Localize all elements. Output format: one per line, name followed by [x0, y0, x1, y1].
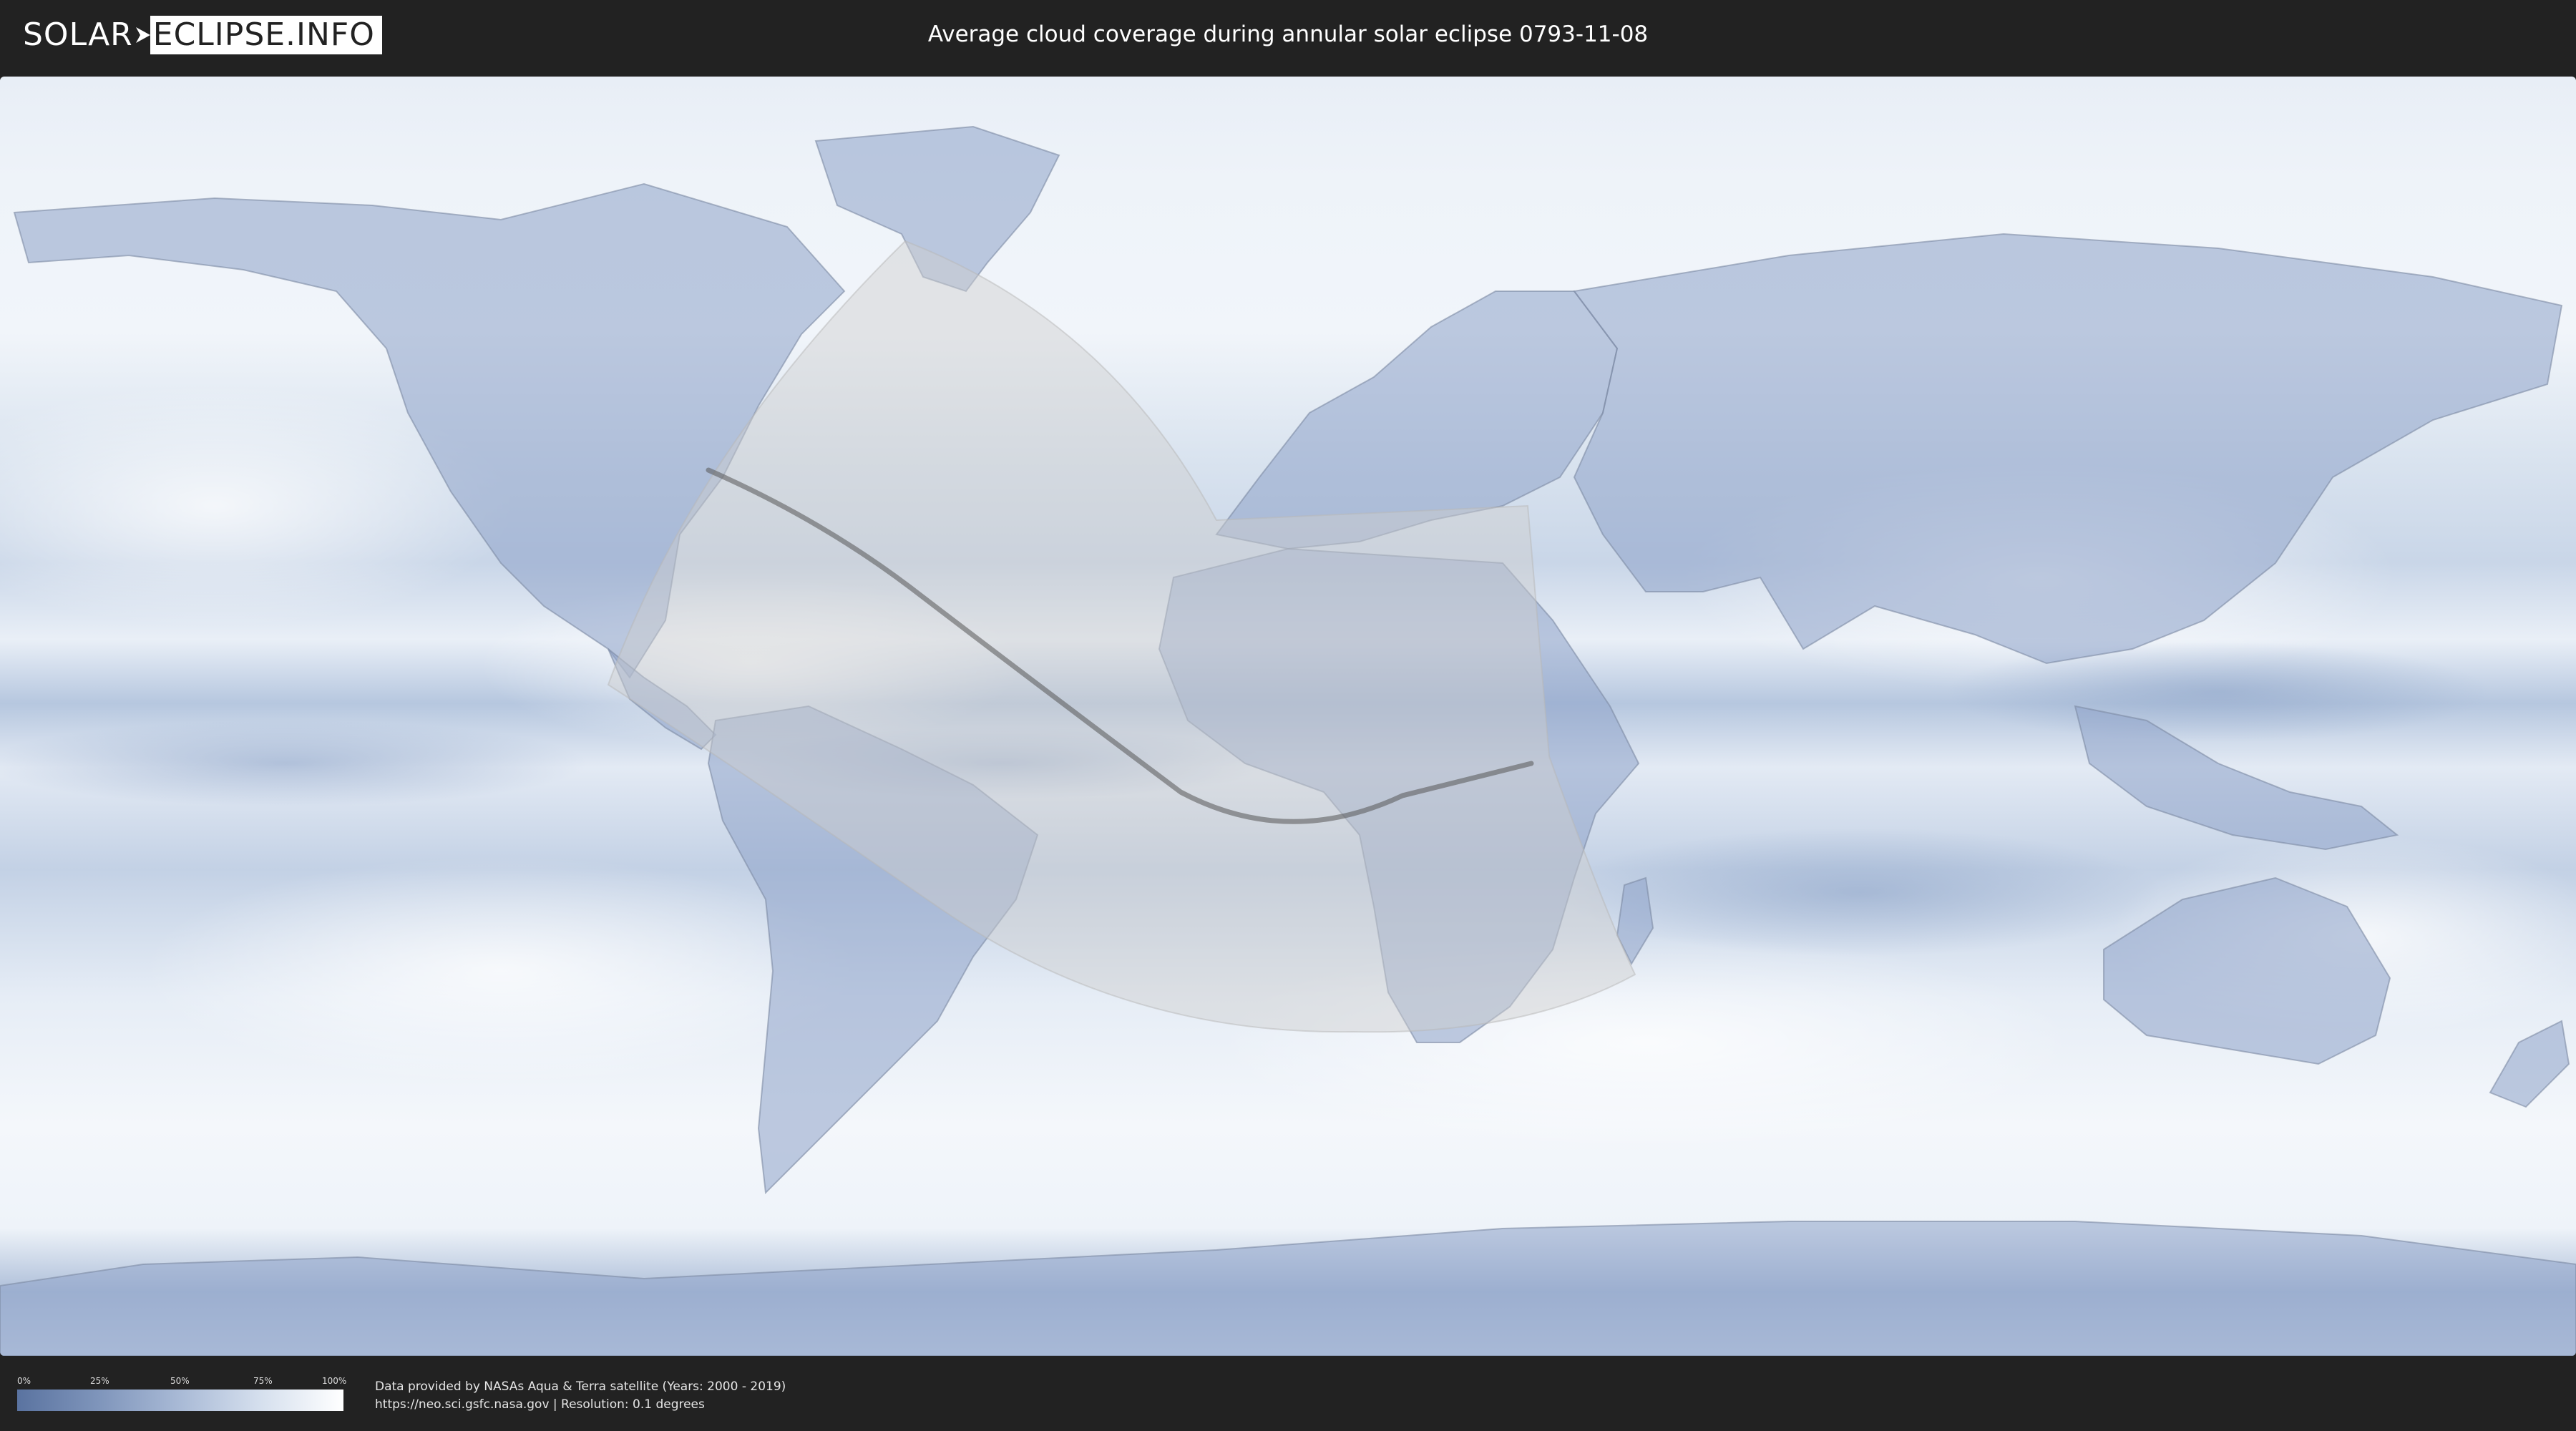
legend-color-bar	[17, 1390, 343, 1411]
credits-line-source: Data provided by NASAs Aqua & Terra sate…	[375, 1379, 786, 1394]
header: SOLAR ECLIPSE.INFO Average cloud coverag…	[0, 0, 2576, 72]
legend-ticks: 0% 25% 50% 75% 100%	[17, 1375, 347, 1387]
data-credits: Data provided by NASAs Aqua & Terra sate…	[375, 1378, 786, 1414]
legend-tick-0: 0%	[17, 1376, 31, 1386]
page-title: Average cloud coverage during annular so…	[927, 21, 1649, 47]
credits-line-url[interactable]: https://neo.sci.gsfc.nasa.gov | Resoluti…	[375, 1396, 786, 1414]
cloud-coverage-map[interactable]	[0, 77, 2576, 1356]
legend-tick-100: 100%	[322, 1376, 347, 1386]
page: SOLAR ECLIPSE.INFO Average cloud coverag…	[0, 0, 2576, 1431]
legend-tick-50: 50%	[170, 1376, 190, 1386]
cloud-coverage-legend: 0% 25% 50% 75% 100%	[17, 1375, 347, 1411]
legend-tick-25: 25%	[90, 1376, 109, 1386]
legend-tick-75: 75%	[253, 1376, 273, 1386]
